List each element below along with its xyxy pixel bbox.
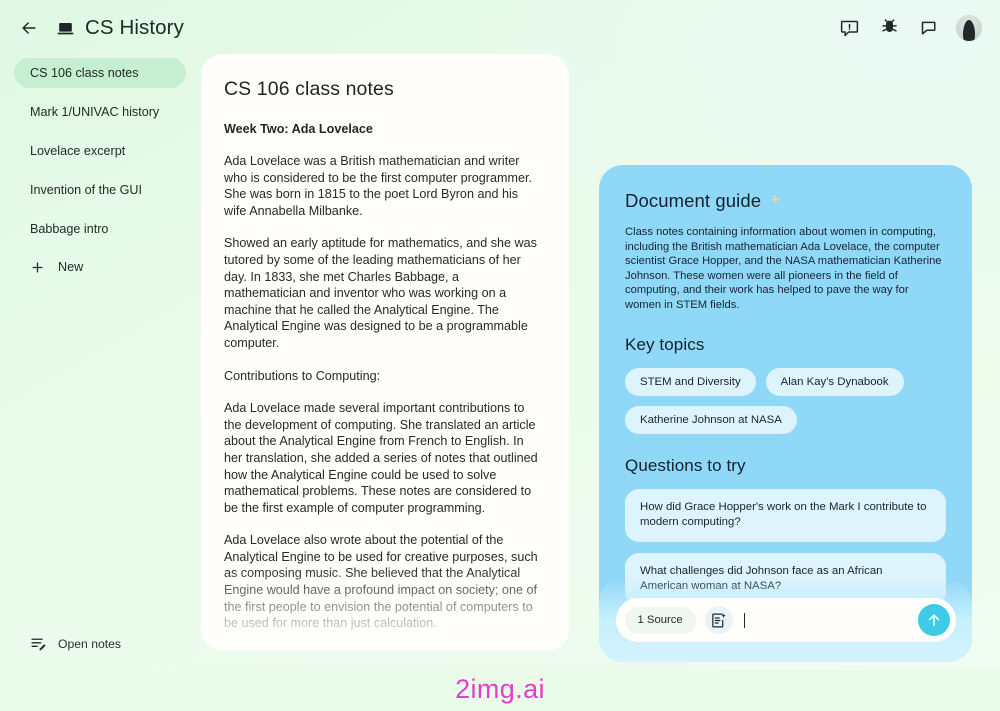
sidebar-item-label: Lovelace excerpt (30, 144, 126, 158)
edit-note-icon (30, 635, 47, 652)
key-topic-chip[interactable]: Katherine Johnson at NASA (625, 405, 797, 434)
laptop-icon (56, 19, 75, 38)
composer-input[interactable] (743, 598, 918, 642)
send-button[interactable] (917, 604, 950, 636)
sidebar-item-mark-1-univac-history[interactable]: Mark 1/UNIVAC history (14, 97, 186, 127)
plus-icon (30, 260, 45, 275)
page-title: CS History (85, 16, 184, 39)
sidebar: CS 106 class notes Mark 1/UNIVAC history… (0, 56, 200, 670)
open-notes-label: Open notes (58, 636, 122, 651)
document-title-group: CS History (56, 16, 184, 40)
text-caret (743, 612, 745, 628)
app-window: CS History CS 106 class notes Mark 1/UNI… (0, 0, 1000, 670)
sidebar-item-label: CS 106 class notes (30, 66, 139, 80)
new-note-button[interactable]: New (14, 253, 186, 281)
back-button[interactable] (14, 13, 44, 43)
document-heading: CS 106 class notes (224, 78, 394, 100)
suggested-question[interactable]: How did Grace Hopper's work on the Mark … (625, 488, 946, 542)
arrow-left-icon (22, 22, 36, 34)
document-paragraph: Showed an early aptitude for mathematics… (224, 236, 537, 350)
sidebar-item-babbage-intro[interactable]: Babbage intro (14, 214, 186, 244)
bug-report-icon[interactable] (876, 15, 902, 41)
key-topics-heading: Key topics (625, 334, 705, 354)
watermark: 2img.ai (455, 674, 545, 704)
avatar[interactable] (956, 15, 982, 41)
source-count-chip[interactable]: 1 Source (624, 606, 696, 634)
add-note-icon[interactable] (704, 606, 733, 634)
guide-scroll-area: Document guide Class notes containing in… (599, 165, 972, 606)
sparkle-icon (768, 193, 783, 208)
document-subheading: Week Two: Ada Lovelace (224, 122, 373, 136)
guide-heading: Document guide (625, 190, 762, 211)
topbar-actions (836, 15, 982, 41)
chat-icon[interactable] (916, 15, 942, 41)
key-topic-chip[interactable]: STEM and Diversity (625, 367, 756, 396)
sidebar-item-cs-106-class-notes[interactable]: CS 106 class notes (14, 58, 186, 88)
sidebar-item-lovelace-excerpt[interactable]: Lovelace excerpt (14, 136, 186, 166)
guide-heading-row: Document guide (625, 190, 946, 212)
document-card: CS 106 class notes Week Two: Ada Lovelac… (201, 54, 569, 651)
document-paragraph: Contributions to Computing: (224, 368, 381, 383)
document-guide-panel: Document guide Class notes containing in… (599, 165, 972, 662)
composer-tray: 1 Source (599, 578, 972, 662)
key-topics-chip-row: STEM and Diversity Alan Kay's Dynabook K… (625, 367, 946, 434)
key-topic-chip[interactable]: Alan Kay's Dynabook (765, 367, 904, 396)
sidebar-item-label: Babbage intro (30, 222, 109, 236)
document-paragraph: Ada Lovelace was a British mathematician… (224, 154, 532, 218)
document-paragraph: Ada Lovelace made several important cont… (224, 401, 538, 515)
sidebar-item-label: Mark 1/UNIVAC history (30, 105, 160, 119)
open-notes-button[interactable]: Open notes (30, 635, 121, 652)
questions-heading: Questions to try (625, 455, 746, 475)
sidebar-note-list: CS 106 class notes Mark 1/UNIVAC history… (0, 58, 200, 281)
top-bar: CS History (0, 0, 1000, 56)
feedback-icon[interactable] (836, 15, 862, 41)
new-note-label: New (58, 260, 84, 274)
document-paragraph: Ada Lovelace also wrote about the potent… (224, 533, 538, 631)
guide-summary: Class notes containing information about… (625, 226, 942, 311)
composer-bar: 1 Source (615, 598, 956, 642)
document-scroll-area[interactable]: CS 106 class notes Week Two: Ada Lovelac… (201, 54, 569, 651)
sidebar-item-invention-of-the-gui[interactable]: Invention of the GUI (14, 175, 186, 205)
sidebar-item-label: Invention of the GUI (30, 183, 143, 197)
